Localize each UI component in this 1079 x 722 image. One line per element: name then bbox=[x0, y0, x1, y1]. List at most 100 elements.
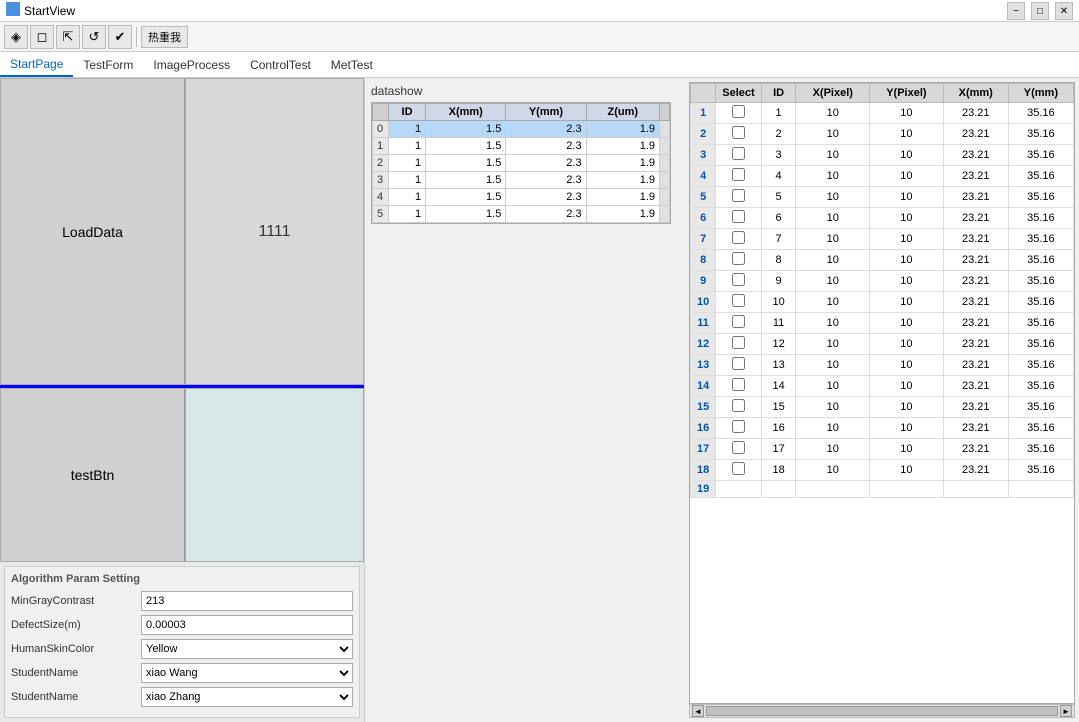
rect-tool-button[interactable]: ◻ bbox=[30, 25, 54, 49]
menu-controltest[interactable]: ControlTest bbox=[240, 52, 321, 77]
row-checkbox[interactable] bbox=[732, 294, 745, 307]
row-checkbox[interactable] bbox=[732, 273, 745, 286]
row-checkbox[interactable] bbox=[732, 105, 745, 118]
datashow-y: 2.3 bbox=[506, 138, 586, 155]
row-checkbox[interactable] bbox=[732, 189, 745, 202]
right-rownum: 2 bbox=[691, 124, 716, 145]
datashow-x: 1.5 bbox=[426, 189, 506, 206]
col-zum: Z(um) bbox=[586, 104, 659, 121]
right-select-cell[interactable] bbox=[716, 103, 761, 124]
menu-imageprocess[interactable]: ImageProcess bbox=[143, 52, 240, 77]
datashow-y: 2.3 bbox=[506, 189, 586, 206]
test-button[interactable]: testBtn bbox=[0, 388, 185, 562]
right-select-cell[interactable] bbox=[716, 313, 761, 334]
right-ypixel: 10 bbox=[870, 271, 944, 292]
table-row: 7 7 10 10 23.21 35.16 bbox=[691, 229, 1074, 250]
datashow-x: 1.5 bbox=[426, 155, 506, 172]
row-checkbox[interactable] bbox=[732, 336, 745, 349]
datashow-y: 2.3 bbox=[506, 172, 586, 189]
right-xmm: 23.21 bbox=[943, 355, 1008, 376]
param-select-humanskincolor[interactable]: Yellow Brown Light Dark bbox=[141, 639, 353, 659]
right-select-cell[interactable] bbox=[716, 292, 761, 313]
move-tool-button[interactable]: ⇱ bbox=[56, 25, 80, 49]
scroll-left-arrow[interactable]: ◄ bbox=[692, 705, 704, 717]
right-select-cell[interactable] bbox=[716, 334, 761, 355]
scrollbar-thumb[interactable] bbox=[706, 706, 1058, 716]
hotreload-button[interactable]: 热重我 bbox=[141, 26, 188, 48]
menu-testform[interactable]: TestForm bbox=[73, 52, 143, 77]
right-select-cell[interactable] bbox=[716, 376, 761, 397]
param-input-defectsize[interactable] bbox=[141, 615, 353, 635]
row-checkbox[interactable] bbox=[732, 315, 745, 328]
row-checkbox[interactable] bbox=[732, 210, 745, 223]
right-rownum: 1 bbox=[691, 103, 716, 124]
param-select-studentname1[interactable]: xiao Wang xiao Zhang Li Ming bbox=[141, 663, 353, 683]
right-table-wrapper[interactable]: Select ID X(Pixel) Y(Pixel) X(mm) Y(mm) … bbox=[689, 82, 1075, 704]
left-top: LoadData 1111 bbox=[0, 78, 364, 388]
title-bar: StartView − □ ✕ bbox=[0, 0, 1079, 22]
row-checkbox[interactable] bbox=[732, 357, 745, 370]
scroll-right-arrow[interactable]: ► bbox=[1060, 705, 1072, 717]
row-checkbox[interactable] bbox=[732, 378, 745, 391]
right-select-cell[interactable] bbox=[716, 124, 761, 145]
restore-button[interactable]: □ bbox=[1031, 2, 1049, 20]
title-bar-text: StartView bbox=[24, 4, 75, 18]
table-row: 1 1 10 10 23.21 35.16 bbox=[691, 103, 1074, 124]
datashow-scroll-cell bbox=[660, 155, 670, 172]
right-select-cell[interactable] bbox=[716, 166, 761, 187]
horizontal-scrollbar[interactable]: ◄ ► bbox=[689, 704, 1075, 718]
select-tool-button[interactable]: ◈ bbox=[4, 25, 28, 49]
param-input-mingraycontrast[interactable] bbox=[141, 591, 353, 611]
minimize-button[interactable]: − bbox=[1007, 2, 1025, 20]
row-checkbox[interactable] bbox=[732, 399, 745, 412]
right-select-cell[interactable] bbox=[716, 145, 761, 166]
right-rownum: 12 bbox=[691, 334, 716, 355]
right-select-cell[interactable] bbox=[716, 397, 761, 418]
right-select-cell[interactable] bbox=[716, 439, 761, 460]
row-checkbox[interactable] bbox=[732, 168, 745, 181]
right-xpixel: 10 bbox=[796, 292, 870, 313]
right-ypixel: 10 bbox=[870, 313, 944, 334]
right-xpixel: 10 bbox=[796, 229, 870, 250]
close-button[interactable]: ✕ bbox=[1055, 2, 1073, 20]
load-data-button[interactable]: LoadData bbox=[0, 78, 185, 385]
row-checkbox[interactable] bbox=[732, 420, 745, 433]
table-row: 12 12 10 10 23.21 35.16 bbox=[691, 334, 1074, 355]
check-tool-button[interactable]: ✔ bbox=[108, 25, 132, 49]
row-checkbox[interactable] bbox=[732, 147, 745, 160]
row-checkbox[interactable] bbox=[732, 231, 745, 244]
table-row: 16 16 10 10 23.21 35.16 bbox=[691, 418, 1074, 439]
row-checkbox[interactable] bbox=[732, 126, 745, 139]
right-select-cell[interactable] bbox=[716, 208, 761, 229]
right-select-cell[interactable] bbox=[716, 355, 761, 376]
right-select-cell[interactable] bbox=[716, 271, 761, 292]
app-icon bbox=[6, 2, 20, 19]
undo-tool-button[interactable]: ↺ bbox=[82, 25, 106, 49]
row-checkbox[interactable] bbox=[732, 252, 745, 265]
param-select-studentname2[interactable]: xiao Wang xiao Zhang Li Ming bbox=[141, 687, 353, 707]
right-xmm: 23.21 bbox=[943, 124, 1008, 145]
row-checkbox[interactable] bbox=[732, 462, 745, 475]
right-rownum: 10 bbox=[691, 292, 716, 313]
datashow-z: 1.9 bbox=[586, 189, 659, 206]
right-id: 8 bbox=[761, 250, 796, 271]
table-row: 19 bbox=[691, 481, 1074, 498]
right-select-cell[interactable] bbox=[716, 418, 761, 439]
datashow-row: 2 1 1.5 2.3 1.9 bbox=[373, 155, 670, 172]
toolbar-separator bbox=[136, 27, 137, 47]
datashow-id: 1 bbox=[389, 189, 426, 206]
menu-mettest[interactable]: MetTest bbox=[321, 52, 383, 77]
right-ypixel: 10 bbox=[870, 124, 944, 145]
right-select-cell[interactable] bbox=[716, 481, 761, 498]
right-select-cell[interactable] bbox=[716, 460, 761, 481]
menu-startpage[interactable]: StartPage bbox=[0, 52, 73, 77]
right-select-cell[interactable] bbox=[716, 229, 761, 250]
right-rownum: 19 bbox=[691, 481, 716, 498]
row-checkbox[interactable] bbox=[732, 441, 745, 454]
right-select-cell[interactable] bbox=[716, 250, 761, 271]
right-ypixel: 10 bbox=[870, 166, 944, 187]
right-xpixel: 10 bbox=[796, 124, 870, 145]
col-ymm: Y(mm) bbox=[506, 104, 586, 121]
datashow-id: 1 bbox=[389, 138, 426, 155]
right-select-cell[interactable] bbox=[716, 187, 761, 208]
